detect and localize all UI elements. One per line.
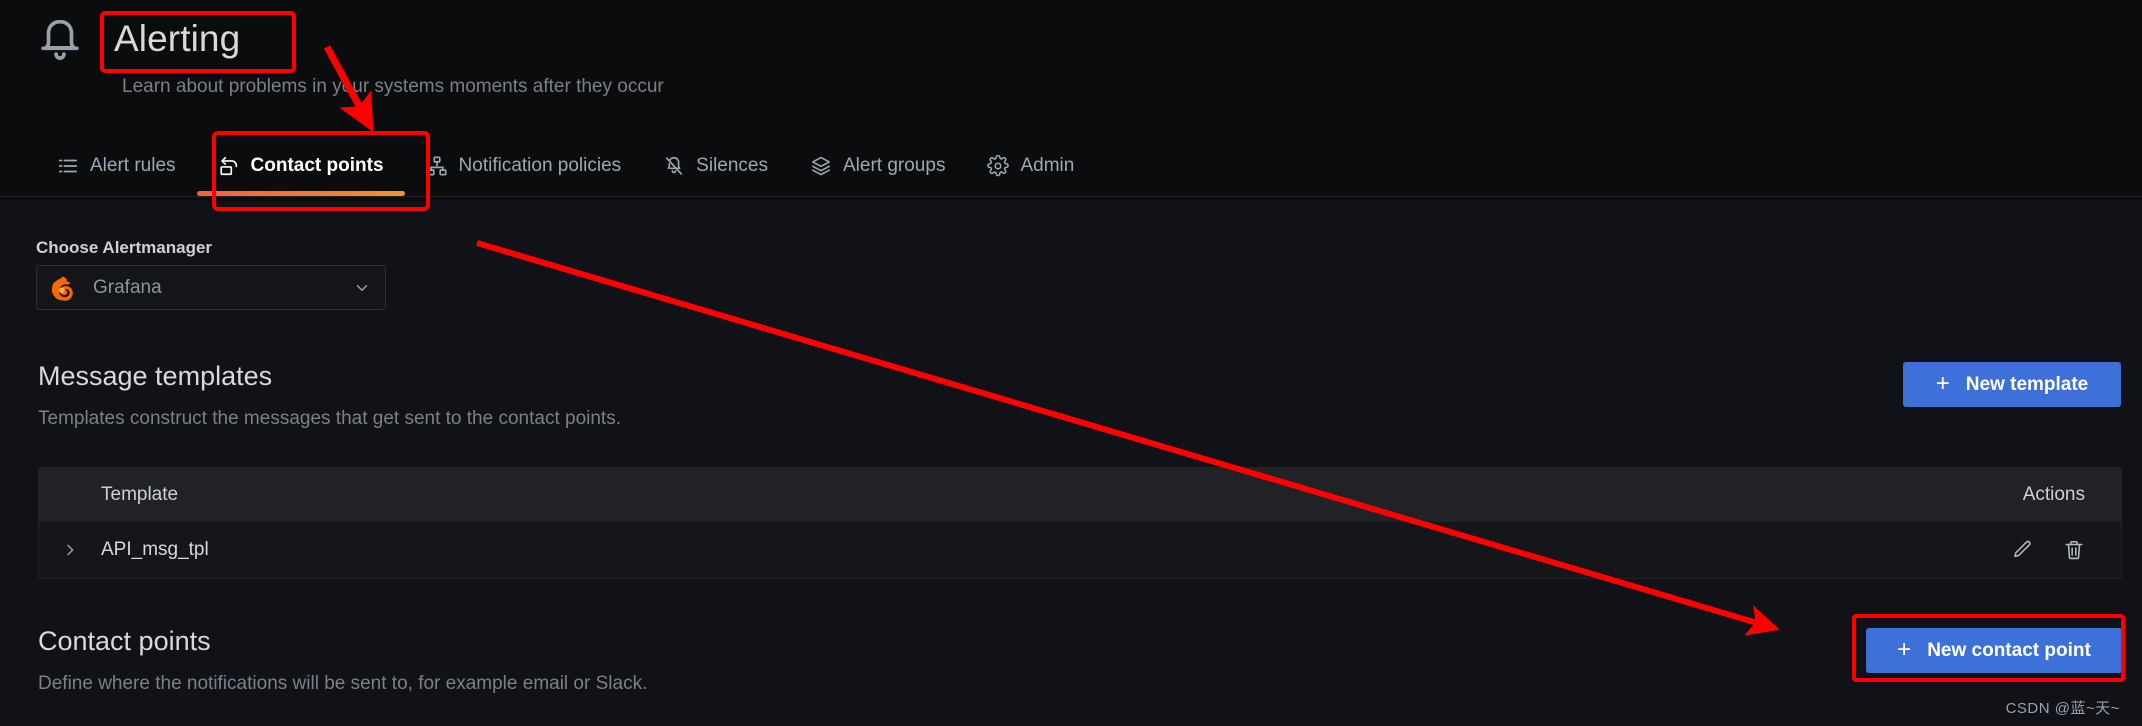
alerting-page: Alerting Learn about problems in your sy…	[0, 0, 2142, 726]
new-template-button[interactable]: + New template	[1903, 362, 2121, 407]
trash-icon[interactable]	[2063, 539, 2085, 561]
plus-icon: +	[1897, 635, 1912, 663]
tab-label: Alert groups	[843, 154, 946, 176]
template-name-cell: API_msg_tpl	[101, 539, 209, 560]
reply-arrow-icon	[218, 155, 240, 177]
alertmanager-select[interactable]: Grafana	[36, 265, 386, 310]
watermark: CSDN @蓝~天~	[2005, 700, 2120, 717]
tab-contact-points[interactable]: Contact points	[196, 139, 405, 196]
page-title: Alerting	[114, 18, 241, 59]
new-contact-point-button-label: New contact point	[1927, 639, 2091, 661]
gear-icon	[987, 154, 1010, 177]
message-templates-description: Templates construct the messages that ge…	[38, 408, 621, 429]
layers-icon	[810, 155, 832, 177]
tab-label: Notification policies	[458, 154, 622, 176]
contact-points-description: Define where the notifications will be s…	[38, 673, 648, 694]
grafana-logo-icon	[51, 275, 77, 301]
chevron-down-icon[interactable]	[353, 279, 371, 297]
page-header: Alerting Learn about problems in your sy…	[0, 0, 2142, 201]
message-templates-table: Template Actions API_msg_tpl	[38, 467, 2122, 579]
column-header-actions: Actions	[2022, 483, 2085, 505]
bell-icon	[34, 14, 86, 70]
tab-label: Admin	[1020, 154, 1075, 176]
alertmanager-label: Choose Alertmanager	[36, 238, 213, 257]
new-contact-point-button[interactable]: + New contact point	[1866, 628, 2122, 673]
chevron-right-icon	[62, 542, 78, 558]
tab-bar: Alert rules Contact points Notification …	[0, 139, 2142, 201]
table-header-row: Template Actions	[39, 468, 2121, 521]
page-subtitle: Learn about problems in your systems mom…	[122, 76, 664, 97]
tab-bar-divider	[0, 196, 2142, 197]
sitemap-icon	[426, 155, 448, 177]
alertmanager-value: Grafana	[93, 276, 162, 298]
list-icon	[57, 155, 79, 177]
tab-label: Contact points	[250, 154, 384, 176]
bell-slash-icon	[663, 155, 685, 177]
tab-admin[interactable]: Admin	[966, 139, 1095, 192]
plus-icon: +	[1935, 369, 1950, 397]
pencil-icon[interactable]	[2011, 539, 2033, 561]
row-actions-cell	[1951, 539, 2121, 561]
tab-alert-rules[interactable]: Alert rules	[36, 139, 197, 192]
contact-points-title: Contact points	[38, 626, 211, 656]
new-template-button-label: New template	[1965, 373, 2089, 395]
table-row[interactable]: API_msg_tpl	[39, 521, 2121, 578]
tab-alert-groups[interactable]: Alert groups	[789, 139, 966, 192]
tab-silences[interactable]: Silences	[642, 139, 789, 192]
row-expand-toggle[interactable]	[39, 542, 101, 558]
tab-label: Alert rules	[90, 154, 176, 176]
column-header-template: Template	[101, 483, 179, 505]
message-templates-title: Message templates	[38, 361, 273, 391]
tab-label: Silences	[696, 154, 768, 176]
page-content: Choose Alertmanager Grafana Message temp…	[0, 201, 2142, 726]
tab-notification-policies[interactable]: Notification policies	[405, 139, 643, 192]
